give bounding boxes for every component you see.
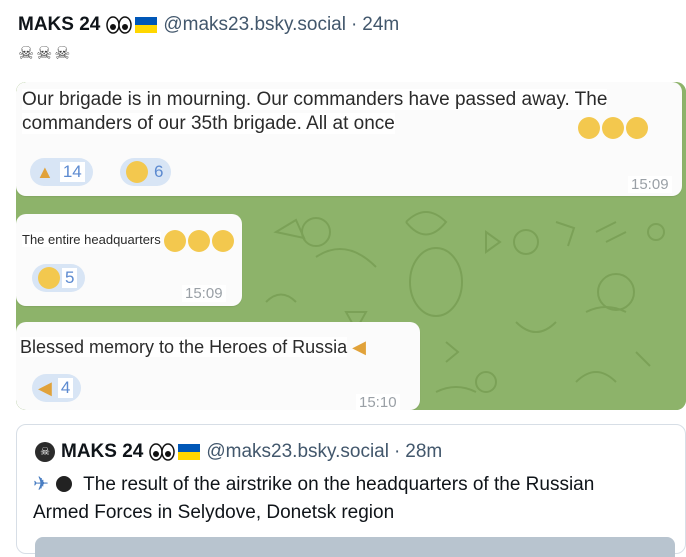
message-3-time: 15:10	[356, 394, 400, 410]
ukraine-flag-icon	[135, 17, 158, 33]
eyes-emoji-icon	[106, 15, 134, 35]
quote-time[interactable]: 28m	[405, 441, 442, 462]
pointing-hand-icon: ◀	[352, 337, 366, 357]
message-1-text: Our brigade is in mourning. Our commande…	[22, 88, 608, 136]
post-image[interactable]: Our brigade is in mourning. Our commande…	[16, 82, 686, 410]
quoted-post[interactable]: ☠ MAKS 24 @maks23.bsky.social · 28m ✈ The …	[16, 424, 686, 557]
quote-image-preview[interactable]	[35, 537, 675, 557]
reaction-count: 5	[62, 268, 78, 288]
airplane-icon: ✈	[33, 474, 49, 495]
quote-author-handle[interactable]: @maks23.bsky.social	[206, 441, 389, 462]
quote-header: ☠ MAKS 24 @maks23.bsky.social · 28m	[35, 441, 442, 463]
quote-text: ✈ The result of the airstrike on the hea…	[33, 471, 653, 527]
message-3-text: Blessed memory to the Heroes of Russia	[20, 337, 348, 357]
author-handle[interactable]: @maks23.bsky.social	[163, 14, 346, 35]
ukraine-flag-icon	[178, 444, 201, 460]
reaction-crying-face[interactable]: 6	[120, 158, 172, 186]
reaction-count: 4	[57, 378, 74, 398]
message-1-time: 15:09	[628, 176, 672, 193]
separator-dot: ·	[393, 441, 401, 462]
reaction-sad-face[interactable]: 5	[32, 264, 86, 292]
post-time[interactable]: 24m	[362, 14, 399, 35]
quote-author-name[interactable]: MAKS 24	[61, 441, 143, 463]
pointing-hand-icon: ◀	[38, 377, 52, 398]
reaction-count: 14	[59, 162, 85, 182]
author-name[interactable]: MAKS 24	[18, 14, 100, 36]
skull-crossbones-icon: ☠☠☠	[18, 43, 73, 63]
reaction-folded-hands[interactable]: ▲ 14	[30, 158, 93, 186]
post-header: MAKS 24 @maks23.bsky.social · 24m	[18, 10, 399, 40]
folded-hands-icon: ▲	[36, 161, 54, 182]
crying-emoji-row-icon	[578, 117, 648, 139]
message-2-time: 15:09	[182, 285, 226, 302]
reaction-count: 6	[154, 162, 164, 181]
separator-dot: ·	[350, 14, 358, 35]
avatar[interactable]: ☠	[35, 442, 55, 462]
reaction-pointing-hand[interactable]: ◀ 4	[32, 374, 82, 402]
eyes-emoji-icon	[149, 442, 177, 462]
quote-body: The result of the airstrike on the headq…	[33, 474, 595, 523]
message-2-text: The entire headquarters	[22, 232, 161, 248]
message-1-line-1: Our brigade is in mourning. Our commande…	[22, 89, 608, 110]
crying-face-icon	[126, 161, 148, 183]
crying-emoji-row-icon	[164, 230, 235, 252]
bomb-icon	[56, 476, 73, 492]
message-1-line-2: commanders of our 35th brigade. All at o…	[22, 113, 395, 134]
sad-face-icon	[38, 267, 60, 289]
